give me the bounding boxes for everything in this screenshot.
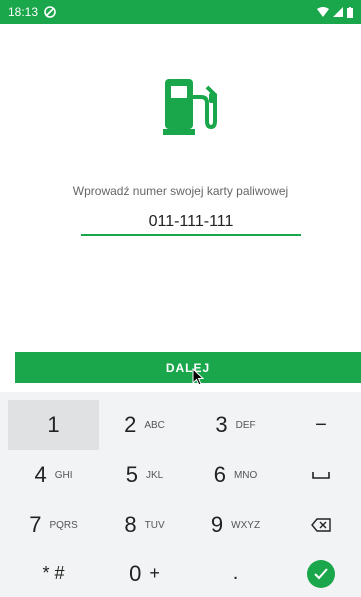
fuel-pump-icon <box>163 79 217 135</box>
key-8[interactable]: 8 TUV <box>99 500 190 550</box>
card-number-prompt: Wprowadź numer swojej karty paliwowej <box>72 184 289 198</box>
key-1[interactable]: 1 <box>8 400 99 450</box>
key-7[interactable]: 7 PQRS <box>8 500 99 550</box>
key-star-hash[interactable]: * # <box>8 550 99 597</box>
mouse-cursor-icon <box>192 368 204 386</box>
key-0[interactable]: 0 + <box>99 550 190 597</box>
card-number-input[interactable] <box>81 210 301 236</box>
key-4[interactable]: 4 GHI <box>8 450 99 500</box>
key-2[interactable]: 2 ABC <box>99 400 190 450</box>
signal-icon <box>333 7 343 17</box>
key-6[interactable]: 6 MNO <box>190 450 281 500</box>
key-backspace[interactable] <box>281 500 361 550</box>
key-3[interactable]: 3 DEF <box>190 400 281 450</box>
next-button[interactable]: DALEJ <box>15 352 361 383</box>
space-icon <box>312 472 330 479</box>
disabled-circle-icon <box>44 6 56 18</box>
key-dot[interactable]: . <box>190 550 281 597</box>
backspace-icon <box>311 518 331 532</box>
key-5[interactable]: 5 JKL <box>99 450 190 500</box>
key-minus[interactable]: − <box>281 400 361 450</box>
status-bar: 18:13 <box>0 0 361 24</box>
wifi-icon <box>317 7 329 17</box>
key-space[interactable] <box>281 450 361 500</box>
key-done[interactable] <box>281 550 361 597</box>
status-time: 18:13 <box>8 5 39 19</box>
key-9[interactable]: 9 WXYZ <box>190 500 281 550</box>
battery-icon <box>347 6 353 18</box>
numeric-keyboard: 1 2 ABC 3 DEF − 4 GHI 5 JKL 6 MNO 7 PQRS… <box>0 392 361 597</box>
done-icon <box>307 559 335 588</box>
